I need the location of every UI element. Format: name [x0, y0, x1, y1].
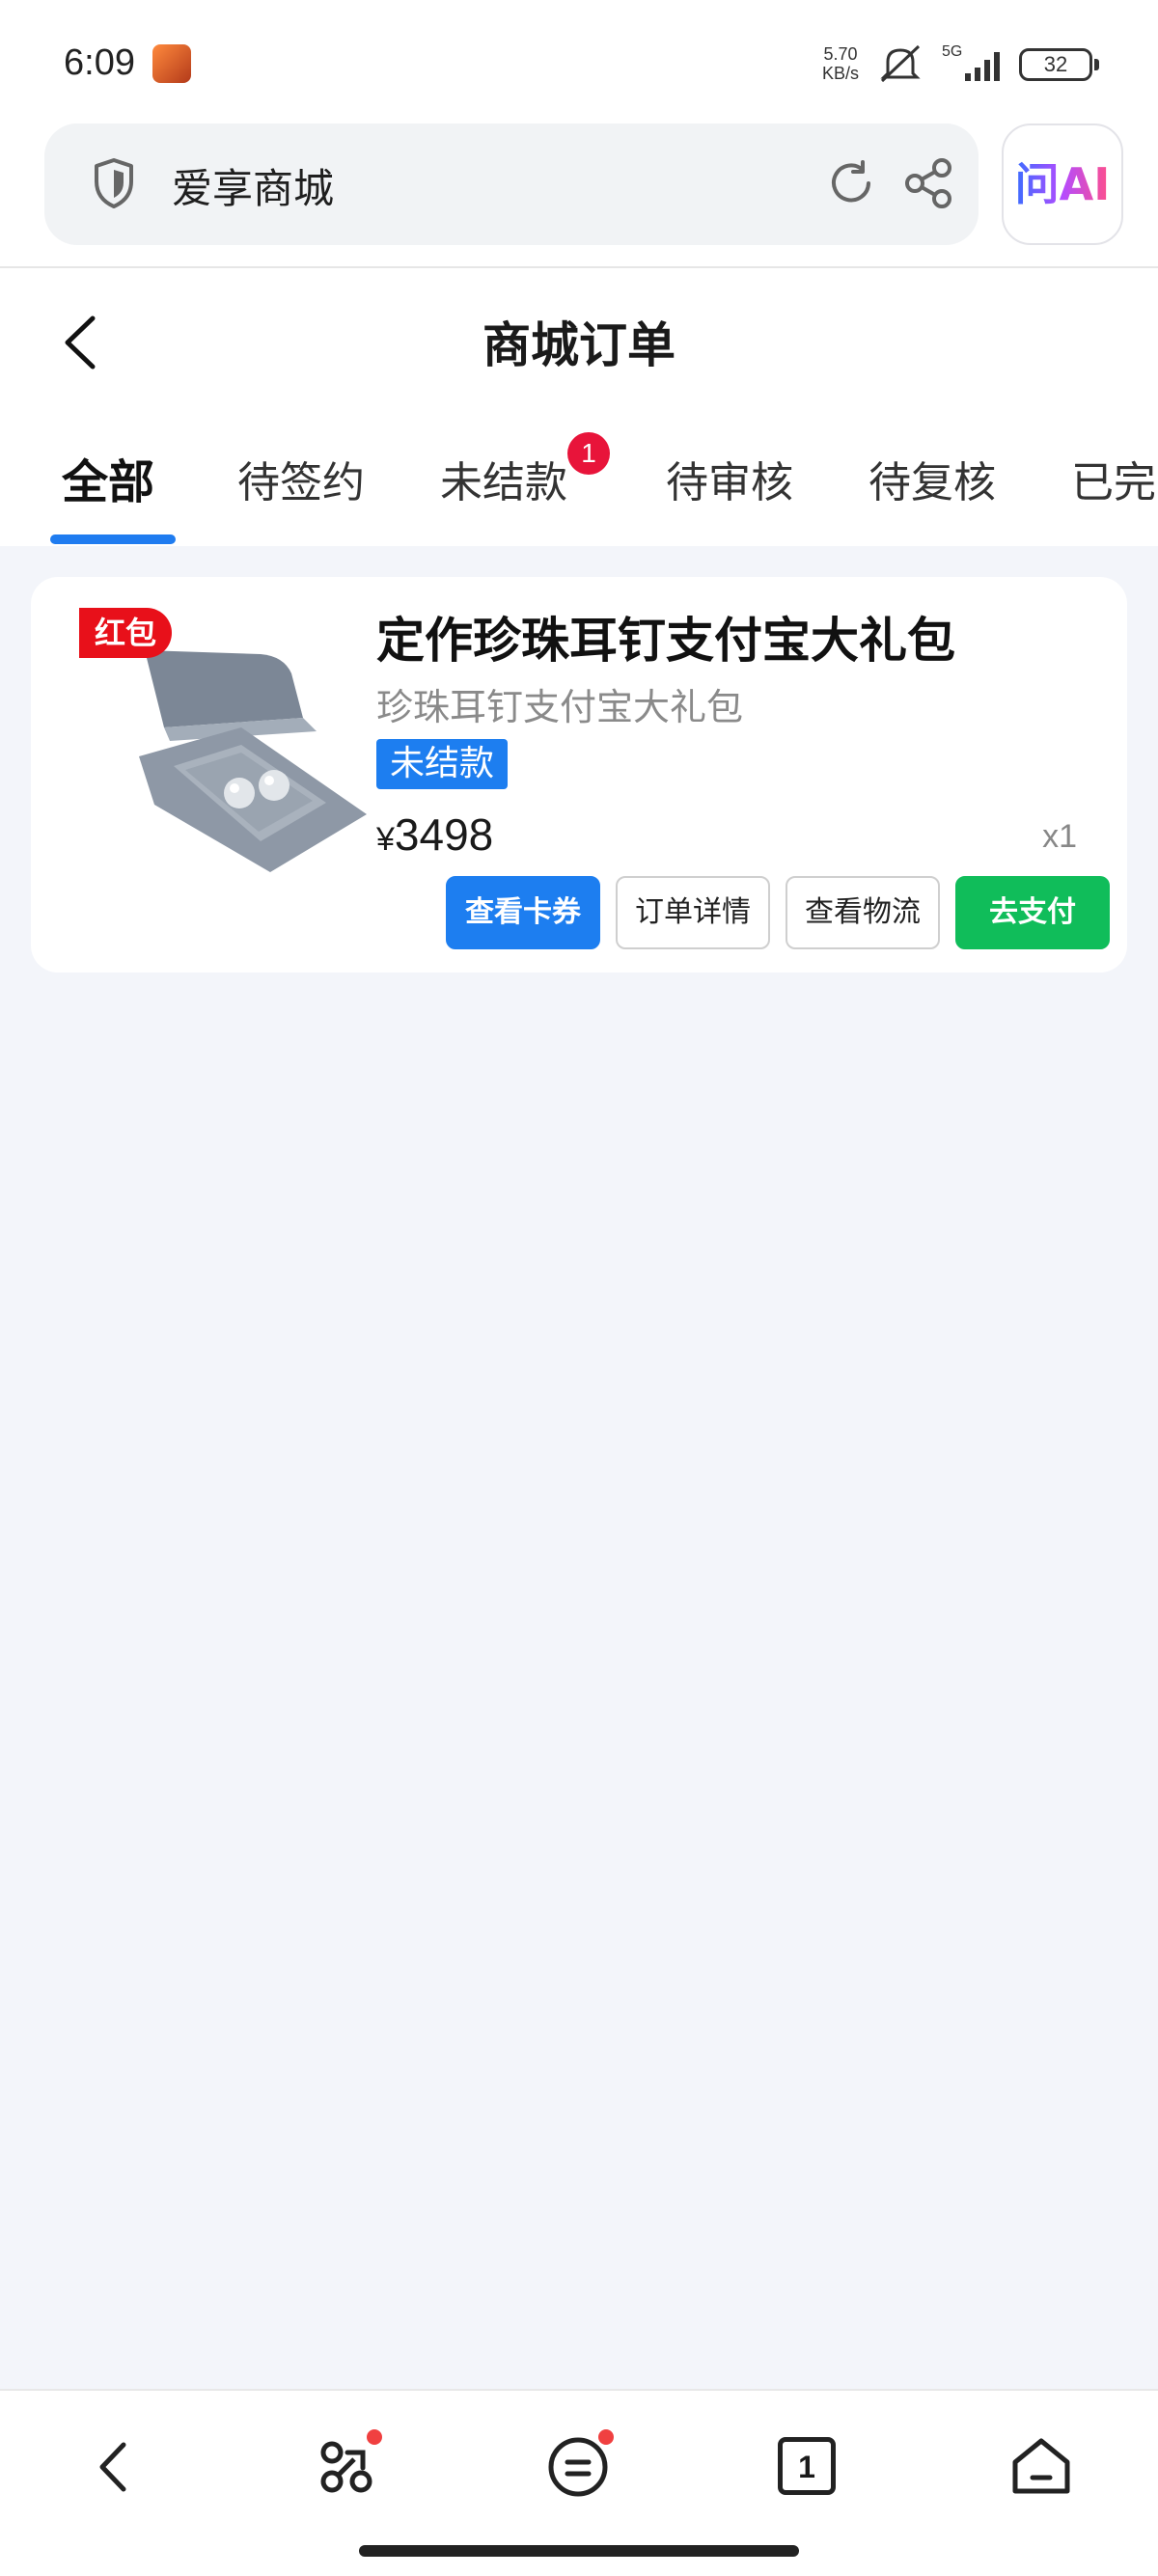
status-time: 6:09 — [64, 42, 135, 83]
order-detail-button[interactable]: 订单详情 — [616, 876, 770, 949]
red-packet-tag: 红包 — [79, 608, 173, 658]
pay-button[interactable]: 去支付 — [955, 876, 1110, 949]
currency-symbol: ¥ — [376, 821, 395, 858]
address-bar[interactable]: 爱享商城 — [44, 123, 979, 245]
network-speed-value: 5.70 — [823, 44, 858, 64]
bottom-navigation: 1 — [0, 2389, 1158, 2576]
order-card[interactable]: 红包 定作珍珠耳钉支付宝大礼包 珍珠耳钉支付宝大礼包 未结款 ¥3498 x1 … — [31, 577, 1127, 973]
active-tab-indicator — [50, 534, 176, 544]
page-header: 商城订单 — [0, 268, 1158, 413]
product-subtitle: 珍珠耳钉支付宝大礼包 — [376, 686, 744, 728]
tab-pending-recheck[interactable]: 待复核 — [868, 448, 996, 509]
home-icon[interactable] — [1007, 2433, 1075, 2501]
tab-completed[interactable]: 已完 — [1071, 448, 1156, 509]
page-title: 商城订单 — [482, 316, 676, 373]
browser-toolbar: 爱享商城 问AI — [0, 123, 1158, 268]
order-tabs: 全部 待签约 未结款 1 待审核 待复核 已完 — [0, 413, 1158, 546]
notification-app-icon — [152, 44, 191, 83]
shield-icon[interactable] — [91, 156, 137, 210]
network-speed-unit: KB/s — [822, 64, 860, 83]
network-type: 5G — [942, 43, 962, 60]
product-quantity: x1 — [1042, 818, 1077, 855]
tab-pending-review[interactable]: 待审核 — [666, 448, 793, 509]
mute-icon — [880, 44, 921, 83]
menu-notification-dot — [598, 2429, 614, 2445]
view-coupon-button[interactable]: 查看卡券 — [446, 876, 600, 949]
battery-indicator: 32 — [1019, 48, 1099, 81]
product-price: ¥3498 — [376, 808, 493, 861]
price-value: 3498 — [394, 809, 494, 860]
back-icon[interactable] — [81, 2433, 149, 2501]
tab-all[interactable]: 全部 — [62, 444, 154, 511]
signal-icon: 5G — [942, 43, 1000, 81]
network-speed: 5.70 KB/s — [822, 44, 859, 83]
status-bar: 6:09 5.70 KB/s 5G 32 — [0, 0, 1158, 123]
product-title[interactable]: 定作珍珠耳钉支付宝大礼包 — [376, 602, 955, 671]
tab-unsettled[interactable]: 未结款 — [440, 448, 567, 509]
tabs-icon[interactable]: 1 — [778, 2437, 836, 2495]
share-icon[interactable] — [901, 156, 955, 210]
home-indicator-bar[interactable] — [359, 2545, 799, 2557]
ask-ai-label: 问AI — [1014, 158, 1111, 210]
tab-pending-sign[interactable]: 待签约 — [237, 448, 365, 509]
ask-ai-button[interactable]: 问AI — [1002, 123, 1123, 245]
page-site-title[interactable]: 爱享商城 — [172, 156, 334, 215]
shortcuts-notification-dot — [367, 2429, 382, 2445]
unsettled-count-badge: 1 — [567, 432, 610, 475]
order-status-badge: 未结款 — [376, 739, 509, 789]
reload-icon[interactable] — [824, 156, 878, 210]
view-logistics-button[interactable]: 查看物流 — [786, 876, 940, 949]
